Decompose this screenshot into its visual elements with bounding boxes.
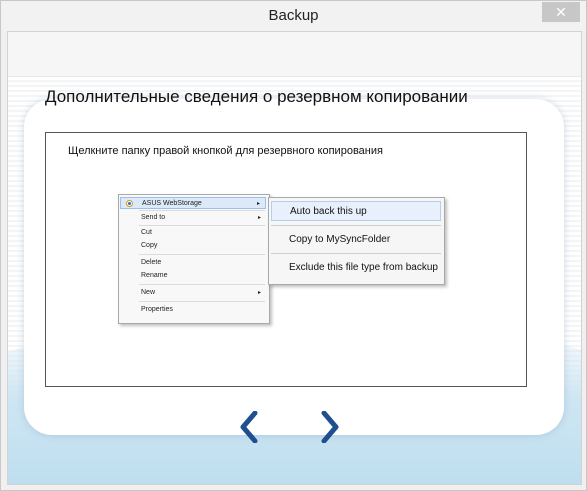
top-band: [8, 32, 581, 77]
chevron-left-icon: [240, 411, 258, 443]
submenu-separator: [271, 225, 441, 226]
menu-separator: [139, 284, 265, 285]
menu-separator: [139, 225, 265, 226]
submenu-arrow-icon: ▸: [257, 215, 261, 221]
submenu-item-exclude-file-type[interactable]: Exclude this file type from backup: [271, 258, 441, 278]
submenu-item-label: Copy to MySyncFolder: [289, 234, 391, 245]
submenu-arrow-icon: ▸: [257, 290, 261, 296]
submenu-item-copy-to-mysyncfolder[interactable]: Copy to MySyncFolder: [271, 230, 441, 250]
context-menu-item-asus-webstorage[interactable]: ASUS WebStorage ▸: [120, 197, 266, 209]
menu-item-label: Delete: [141, 259, 162, 266]
submenu-item-label: Auto back this up: [290, 206, 367, 217]
close-icon: ✕: [555, 4, 567, 20]
menu-separator: [139, 254, 265, 255]
context-menu-item-cut[interactable]: Cut: [120, 227, 266, 239]
submenu-separator: [271, 253, 441, 254]
menu-item-label: Send to: [141, 214, 166, 221]
submenu-item-auto-back-up[interactable]: Auto back this up: [271, 201, 441, 221]
context-menu-item-send-to[interactable]: Send to ▸: [120, 212, 266, 224]
previous-button[interactable]: [238, 411, 260, 443]
menu-item-label: Copy: [141, 242, 158, 249]
menu-item-label: ASUS WebStorage: [142, 200, 202, 207]
next-button[interactable]: [319, 411, 341, 443]
page-heading: Дополнительные сведения о резервном копи…: [45, 87, 468, 106]
context-menu: ASUS WebStorage ▸ Send to ▸ Cut Copy Del…: [118, 194, 270, 324]
context-menu-item-rename[interactable]: Rename: [120, 270, 266, 282]
menu-separator: [139, 301, 265, 302]
illustration-frame: Щелкните папку правой кнопкой для резерв…: [45, 132, 527, 387]
asus-submenu: Auto back this up Copy to MySyncFolder E…: [268, 197, 445, 285]
menu-item-label: Cut: [141, 229, 152, 236]
asus-webstorage-icon: [126, 200, 133, 207]
close-button[interactable]: ✕: [542, 2, 580, 22]
submenu-item-label: Exclude this file type from backup: [289, 262, 438, 273]
menu-separator: [139, 210, 265, 211]
menu-item-label: Properties: [141, 306, 173, 313]
submenu-arrow-icon: ▸: [256, 201, 260, 207]
context-menu-item-copy[interactable]: Copy: [120, 240, 266, 252]
instruction-text: Щелкните папку правой кнопкой для резерв…: [68, 145, 383, 157]
context-menu-item-new[interactable]: New ▸: [120, 287, 266, 299]
menu-item-label: New: [141, 289, 156, 296]
context-menu-item-properties[interactable]: Properties: [120, 304, 266, 316]
context-menu-item-delete[interactable]: Delete: [120, 257, 266, 269]
backup-window: Backup ✕ Дополнительные сведения о резер…: [0, 0, 587, 491]
title-bar: Backup ✕: [1, 1, 586, 31]
chevron-right-icon: [321, 411, 339, 443]
window-title: Backup: [268, 7, 319, 24]
menu-item-label: Rename: [141, 272, 168, 279]
